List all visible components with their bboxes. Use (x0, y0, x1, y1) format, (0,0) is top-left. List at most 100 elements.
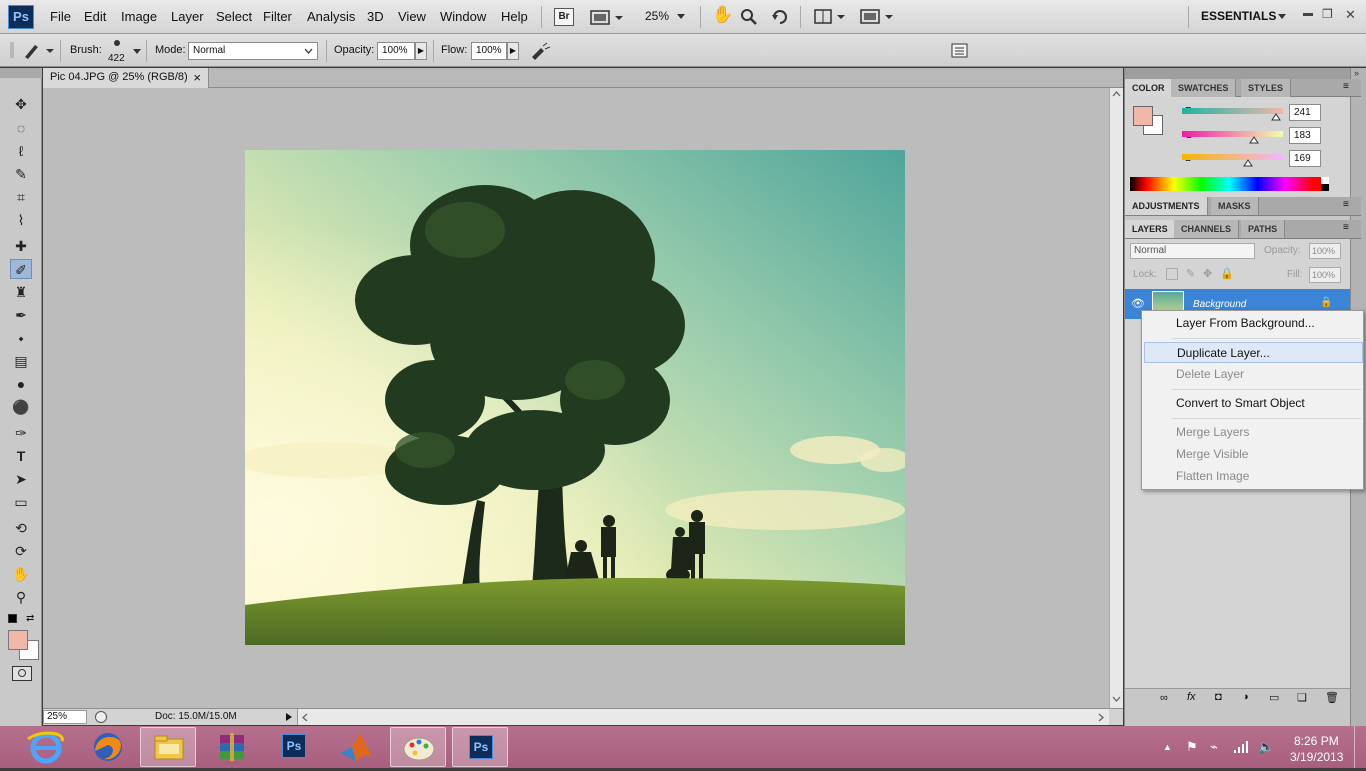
tab-paths[interactable]: PATHS (1241, 220, 1286, 238)
add-mask-icon[interactable]: ◘ (1215, 691, 1222, 703)
lock-transparent-icon[interactable] (1166, 268, 1178, 280)
red-value[interactable]: 241 (1289, 104, 1321, 121)
layer-opacity-input[interactable]: 100% (1309, 243, 1341, 259)
menu-window[interactable]: Window (440, 9, 486, 24)
power-icon[interactable]: ⌁ (1210, 739, 1218, 755)
healing-brush-tool-icon[interactable]: ✚ (10, 236, 32, 256)
blur-tool-icon[interactable]: ● (10, 374, 32, 394)
lock-position-icon[interactable]: ✥ (1203, 267, 1212, 280)
horizontal-scrollbar[interactable] (297, 709, 1109, 725)
close-tab-icon[interactable]: × (193, 68, 201, 87)
green-value[interactable]: 183 (1289, 127, 1321, 144)
delete-layer-icon[interactable]: 🗑 (1325, 691, 1339, 704)
menu-item-layer-from-background[interactable]: Layer From Background... (1144, 313, 1363, 334)
menu-filter[interactable]: Filter (263, 9, 292, 24)
menu-item-merge-layers[interactable]: Merge Layers (1144, 422, 1363, 443)
menu-item-merge-visible[interactable]: Merge Visible (1144, 444, 1363, 465)
clock-time[interactable]: 8:26 PM (1294, 734, 1339, 748)
rectangle-tool-icon[interactable]: ▭ (10, 492, 32, 512)
menu-edit[interactable]: Edit (84, 9, 106, 24)
taskbar-ie[interactable] (18, 727, 74, 767)
status-menu-arrow-icon[interactable] (285, 712, 293, 722)
brush-preset-icon[interactable] (22, 42, 56, 60)
mode-select[interactable]: Normal (188, 42, 318, 60)
menu-view[interactable]: View (398, 9, 426, 24)
tool-presets-icon[interactable] (951, 43, 969, 59)
type-tool-icon[interactable]: T (10, 446, 32, 466)
document-tab[interactable]: Pic 04.JPG @ 25% (RGB/8) × (43, 68, 209, 88)
volume-icon[interactable]: 🔈 (1258, 739, 1274, 755)
opacity-input[interactable]: 100% (377, 42, 415, 60)
layer-name[interactable]: Background (1193, 299, 1246, 310)
path-selection-tool-icon[interactable]: ➤ (10, 469, 32, 489)
marquee-tool-icon[interactable]: ◌ (10, 118, 32, 138)
3d-rotate-tool-icon[interactable]: ⟲ (10, 518, 32, 538)
show-desktop-button[interactable] (1354, 726, 1366, 768)
panel-menu-icon[interactable]: ≡ (1343, 199, 1349, 210)
layer-style-icon[interactable]: fx (1187, 691, 1196, 703)
blue-value[interactable]: 169 (1289, 150, 1321, 167)
link-layers-icon[interactable]: ∞ (1160, 692, 1168, 704)
scroll-right-icon[interactable] (1098, 713, 1105, 722)
taskbar-firefox[interactable] (80, 727, 136, 767)
flow-slider-button[interactable]: ▶ (507, 42, 519, 60)
zoom-level-select[interactable]: 25% (645, 9, 669, 23)
taskbar-photoshop-active[interactable]: Ps (452, 727, 508, 767)
taskbar-paint[interactable] (390, 727, 446, 767)
chevron-down-icon[interactable] (132, 48, 142, 56)
slider-thumb-icon[interactable] (1271, 113, 1281, 121)
menu-item-flatten-image[interactable]: Flatten Image (1144, 466, 1363, 487)
zoom-tool-icon[interactable]: ⚲ (10, 587, 32, 607)
blend-mode-select[interactable]: Normal (1130, 243, 1255, 259)
clone-stamp-tool-icon[interactable]: ♜ (10, 282, 32, 302)
close-button[interactable]: ✕ (1345, 7, 1356, 23)
slider-thumb-icon[interactable] (1243, 159, 1253, 167)
tab-adjustments[interactable]: ADJUSTMENTS (1125, 197, 1208, 215)
color-spectrum-bar[interactable] (1130, 177, 1329, 191)
screen-mode-icon[interactable] (860, 9, 894, 25)
scroll-down-icon[interactable] (1112, 696, 1121, 703)
menu-item-duplicate-layer[interactable]: Duplicate Layer... (1144, 342, 1363, 363)
tab-swatches[interactable]: SWATCHES (1171, 79, 1237, 97)
slider-thumb-icon[interactable] (1249, 136, 1259, 144)
opacity-slider-button[interactable]: ▶ (415, 42, 427, 60)
menu-layer[interactable]: Layer (171, 9, 204, 24)
brush-tool-icon[interactable]: ✐ (10, 259, 32, 279)
default-colors-icon[interactable] (8, 614, 17, 623)
3d-orbit-tool-icon[interactable]: ⟳ (10, 541, 32, 561)
menu-item-delete-layer[interactable]: Delete Layer (1144, 364, 1363, 385)
green-slider[interactable] (1182, 131, 1283, 137)
history-brush-tool-icon[interactable]: ✒ (10, 305, 32, 325)
tab-styles[interactable]: STYLES (1241, 79, 1292, 97)
taskbar-explorer[interactable] (140, 727, 196, 767)
lasso-tool-icon[interactable]: ℓ (10, 141, 32, 161)
vertical-scrollbar[interactable] (1109, 88, 1123, 708)
taskbar-photoshop[interactable]: Ps (266, 727, 322, 767)
layer-visibility-eye-icon[interactable]: 👁 (1131, 297, 1145, 310)
scroll-up-icon[interactable] (1112, 90, 1121, 97)
lock-pixels-icon[interactable]: ✎ (1186, 267, 1195, 280)
pen-tool-icon[interactable]: ✑ (10, 423, 32, 443)
canvas-image[interactable] (245, 150, 905, 645)
panel-menu-icon[interactable]: ≡ (1343, 222, 1349, 233)
tab-masks[interactable]: MASKS (1211, 197, 1259, 215)
menu-3d[interactable]: 3D (367, 9, 384, 24)
clock-date[interactable]: 3/19/2013 (1290, 750, 1343, 764)
menu-select[interactable]: Select (216, 9, 252, 24)
gradient-tool-icon[interactable]: ▤ (10, 351, 32, 371)
action-center-icon[interactable]: ⚑ (1186, 739, 1198, 755)
tray-expand-icon[interactable]: ▲ (1163, 742, 1172, 752)
foreground-color-swatch[interactable] (8, 630, 28, 650)
scroll-left-icon[interactable] (301, 713, 308, 722)
bridge-button[interactable]: Br (554, 8, 574, 26)
eyedropper-tool-icon[interactable]: ⌇ (10, 210, 32, 230)
dodge-tool-icon[interactable]: ⚫ (10, 397, 32, 417)
panel-menu-icon[interactable]: ≡ (1343, 81, 1349, 92)
lock-all-icon[interactable]: 🔒 (1220, 267, 1234, 280)
blue-slider[interactable] (1182, 154, 1283, 160)
hand-tool-icon[interactable]: ✋ (712, 5, 733, 24)
spectrum-black[interactable] (1321, 184, 1329, 191)
new-layer-icon[interactable]: ❏ (1297, 691, 1307, 704)
status-info-icon[interactable] (95, 711, 107, 723)
tab-layers[interactable]: LAYERS (1125, 220, 1176, 238)
